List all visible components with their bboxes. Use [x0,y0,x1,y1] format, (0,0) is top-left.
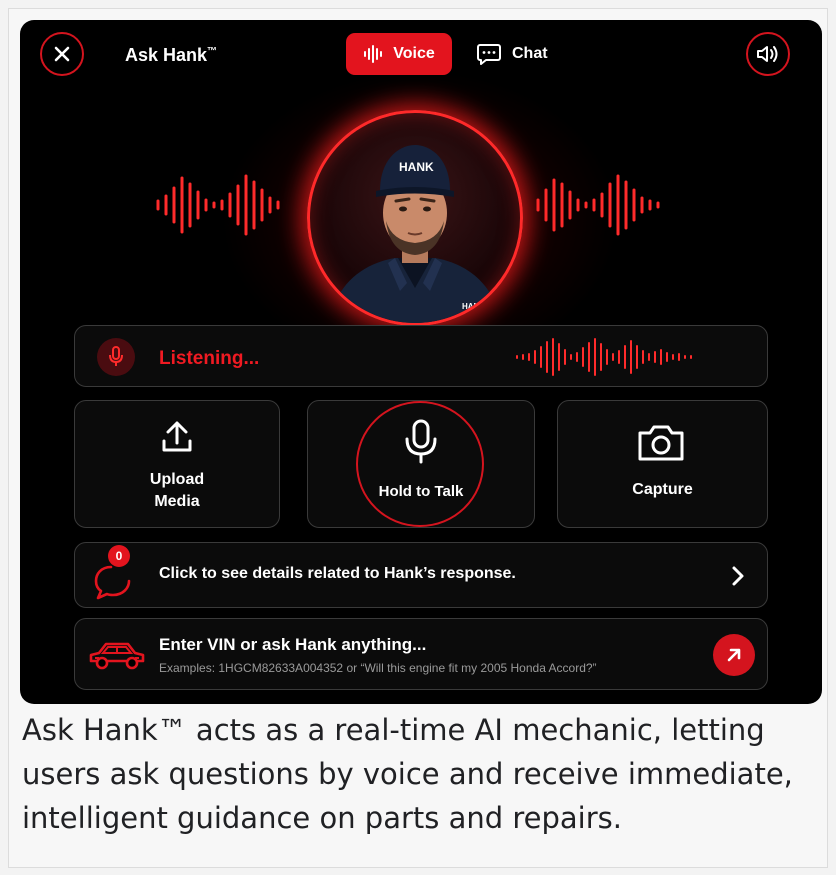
hold-to-talk-button[interactable]: Hold to Talk [307,400,535,528]
ask-input-examples: Examples: 1HGCM82633A004352 or “Will thi… [159,661,597,675]
close-icon [54,46,70,62]
chat-bubble-icon [477,44,501,65]
ask-input-field[interactable]: Enter VIN or ask Hank anything... [159,635,426,655]
upload-icon [162,421,192,452]
speaker-icon [757,46,778,62]
upload-label-line2: Media [154,493,200,510]
car-icon [89,642,145,670]
chevron-right-icon [732,566,744,586]
hold-to-talk-label: Hold to Talk [378,483,464,500]
upload-media-button[interactable]: Upload Media [74,400,280,528]
shirt-logo-text: HANK [462,302,485,311]
tab-chat-label: Chat [512,45,548,62]
microphone-icon [405,419,437,464]
tab-chat[interactable]: Chat [476,33,568,75]
listening-waveform [516,338,692,376]
feature-caption: Ask Hank™ acts as a real-time AI mechani… [22,713,793,835]
arrow-up-right-icon [727,648,741,662]
details-count-badge: 0 [108,545,130,567]
tab-voice[interactable]: Voice [346,33,452,75]
trademark-mark: ™ [207,46,218,57]
capture-label: Capture [632,481,693,498]
capture-button[interactable]: Capture [557,400,768,528]
hank-avatar: HANK HANK [307,110,523,326]
waveform-icon [364,45,383,63]
upload-media-label: Upload Media [75,469,279,513]
listening-mic-badge [97,338,135,376]
listening-panel: Listening... [74,325,768,387]
ask-input-row[interactable]: Enter VIN or ask Hank anything... Exampl… [74,618,768,690]
app-title: Ask Hank™ [125,45,217,66]
send-button[interactable] [713,634,755,676]
tab-voice-label: Voice [393,45,435,62]
camera-icon [638,425,684,461]
mechanic-portrait: HANK HANK [330,145,500,323]
microphone-icon [109,346,123,366]
sound-wave-left [156,174,280,236]
close-button[interactable] [40,32,84,76]
cap-logo-text: HANK [399,160,434,174]
listening-status: Listening... [159,348,260,369]
sound-wave-right [536,174,660,236]
speaker-button[interactable] [746,32,790,76]
app-title-text: Ask Hank [125,45,208,65]
response-details-row[interactable]: 0 Click to see details related to Hank’s… [74,542,768,608]
ask-hank-app: Ask Hank™ Voice Chat HANK HANK Listening… [20,20,822,704]
details-text: Click to see details related to Hank’s r… [159,565,516,582]
upload-label-line1: Upload [149,471,205,488]
